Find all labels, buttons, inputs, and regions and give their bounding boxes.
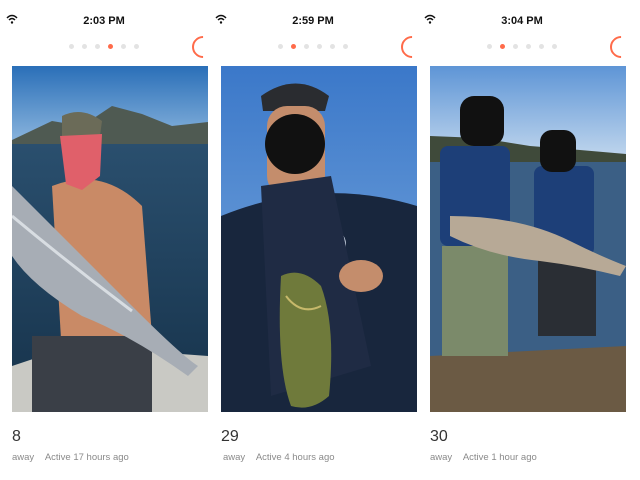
status-time: 2:03 PM: [83, 15, 125, 27]
active-status: Active 1 hour ago: [462, 452, 537, 463]
page-dot-active[interactable]: [108, 44, 113, 49]
profile-age: 30: [430, 428, 448, 445]
page-dot[interactable]: [526, 44, 531, 49]
page-dot[interactable]: [278, 44, 283, 49]
photo-page-indicator: [418, 44, 626, 52]
profile-photo[interactable]: [12, 66, 208, 412]
active-status: Active 17 hours ago: [44, 452, 129, 463]
page-dot[interactable]: [330, 44, 335, 49]
profile-photo[interactable]: [430, 66, 626, 412]
profile-card-1[interactable]: 2:03 PM 8 away Active 17 hours ago: [0, 0, 208, 480]
profile-card-3[interactable]: 3:04 PM 30 away Active 1 hour ago: [418, 0, 626, 480]
profile-meta: away Active 1 hour ago: [430, 452, 537, 463]
page-dot[interactable]: [134, 44, 139, 49]
status-time: 3:04 PM: [501, 15, 543, 27]
page-dot[interactable]: [82, 44, 87, 49]
page-dot[interactable]: [95, 44, 100, 49]
page-dot[interactable]: [539, 44, 544, 49]
profile-age: 8: [12, 428, 21, 445]
page-dot[interactable]: [343, 44, 348, 49]
page-dot-active[interactable]: [500, 44, 505, 49]
profile-photo[interactable]: [221, 66, 417, 412]
page-dot[interactable]: [513, 44, 518, 49]
page-dot[interactable]: [304, 44, 309, 49]
status-bar: 2:03 PM: [0, 0, 208, 40]
distance-suffix: away: [12, 452, 35, 463]
page-dot[interactable]: [121, 44, 126, 49]
distance-suffix: away: [430, 452, 453, 463]
page-dot[interactable]: [317, 44, 322, 49]
page-dot-active[interactable]: [291, 44, 296, 49]
photo-page-indicator: [209, 44, 417, 52]
status-bar: 3:04 PM: [418, 0, 626, 40]
profile-card-2[interactable]: 2:59 PM 29 away Active 4 hours ago: [209, 0, 417, 480]
profile-meta: away Active 17 hours ago: [12, 452, 129, 463]
status-time: 2:59 PM: [292, 15, 334, 27]
page-dot[interactable]: [69, 44, 74, 49]
active-status: Active 4 hours ago: [255, 452, 335, 463]
profile-age: 29: [221, 428, 239, 445]
status-bar: 2:59 PM: [209, 0, 417, 40]
distance-suffix: away: [223, 452, 246, 463]
profile-meta: away Active 4 hours ago: [223, 452, 335, 463]
photo-page-indicator: [0, 44, 208, 52]
page-dot[interactable]: [552, 44, 557, 49]
page-dot[interactable]: [487, 44, 492, 49]
